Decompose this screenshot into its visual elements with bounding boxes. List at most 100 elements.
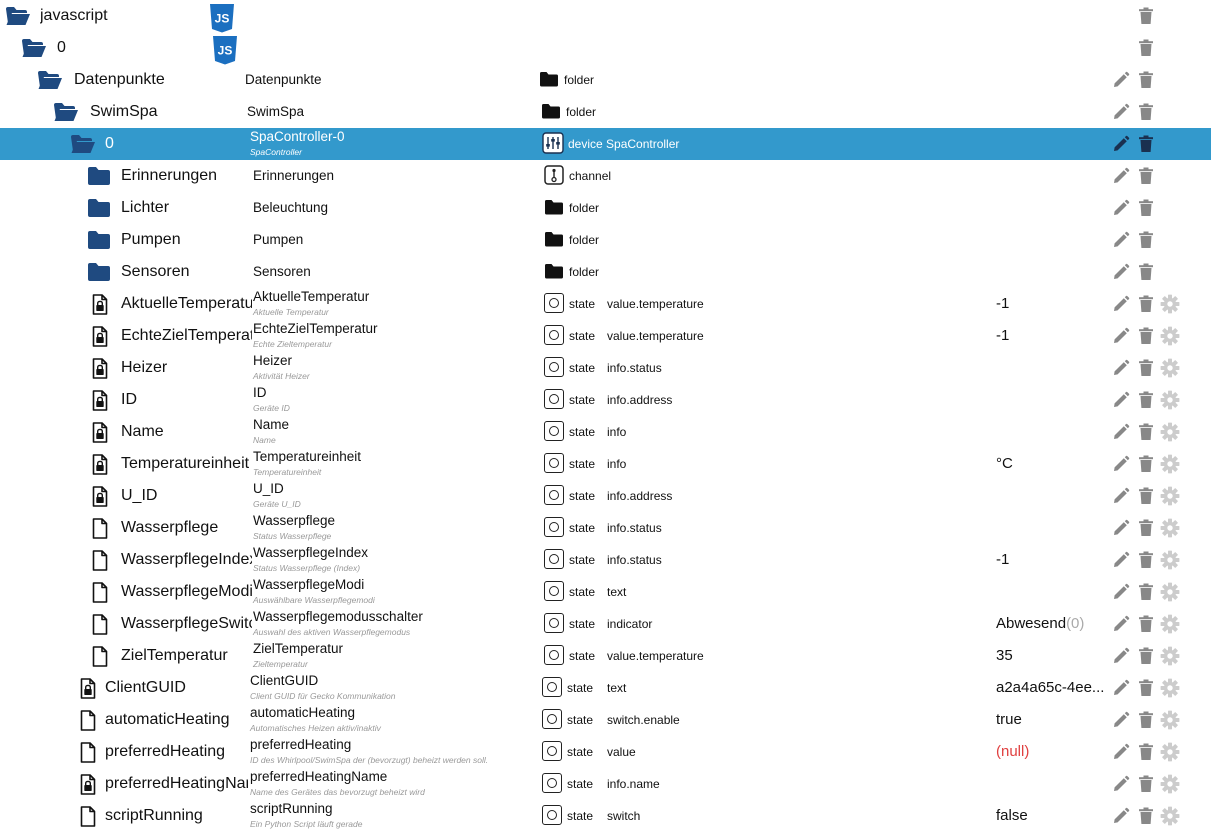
tree-row[interactable]: 0 JS <box>0 32 1211 65</box>
delete-icon[interactable] <box>1136 134 1156 154</box>
edit-icon[interactable] <box>1111 390 1131 410</box>
tree-row[interactable]: preferredHeating preferredHeating ID des W… <box>0 736 1211 768</box>
folder-icon[interactable] <box>84 160 114 192</box>
folder-open-icon[interactable] <box>35 64 65 96</box>
folder-open-icon[interactable] <box>68 128 98 160</box>
delete-icon[interactable] <box>1136 198 1156 218</box>
tree-row[interactable]: javascript JS <box>0 0 1211 33</box>
state-value[interactable]: true <box>996 704 1108 736</box>
delete-icon[interactable] <box>1136 38 1156 58</box>
tree-row[interactable]: ID ID Geräte ID state info.address <box>0 384 1211 416</box>
settings-gear-icon[interactable] <box>1160 646 1180 666</box>
tree-row[interactable]: ZielTemperatur ZielTemperatur Zieltemperat… <box>0 640 1211 672</box>
tree-row[interactable]: Wasserpflege Wasserpflege Status Wasserpfl… <box>0 512 1211 544</box>
tree-row[interactable]: 0 SpaController-0 SpaController device SpaC… <box>0 128 1211 160</box>
tree-row[interactable]: WasserpflegeIndex WasserpflegeIndex Status… <box>0 544 1211 576</box>
edit-icon[interactable] <box>1111 710 1131 730</box>
tree-row[interactable]: Erinnerungen Erinnerungen channel <box>0 160 1211 192</box>
tree-row[interactable]: WasserpflegeModi WasserpflegeModi Auswählb… <box>0 576 1211 608</box>
tree-row[interactable]: Sensoren Sensoren folder <box>0 256 1211 288</box>
delete-icon[interactable] <box>1136 294 1156 314</box>
edit-icon[interactable] <box>1111 742 1131 762</box>
delete-icon[interactable] <box>1136 646 1156 666</box>
edit-icon[interactable] <box>1111 198 1131 218</box>
delete-icon[interactable] <box>1136 230 1156 250</box>
delete-icon[interactable] <box>1136 166 1156 186</box>
state-value[interactable]: false <box>996 800 1108 832</box>
state-value[interactable]: (null) <box>996 736 1108 768</box>
edit-icon[interactable] <box>1111 134 1131 154</box>
delete-icon[interactable] <box>1136 358 1156 378</box>
delete-icon[interactable] <box>1136 550 1156 570</box>
delete-icon[interactable] <box>1136 102 1156 122</box>
delete-icon[interactable] <box>1136 454 1156 474</box>
tree-row[interactable]: Datenpunkte Datenpunkte folder <box>0 64 1211 96</box>
edit-icon[interactable] <box>1111 678 1131 698</box>
edit-icon[interactable] <box>1111 486 1131 506</box>
edit-icon[interactable] <box>1111 582 1131 602</box>
delete-icon[interactable] <box>1136 70 1156 90</box>
settings-gear-icon[interactable] <box>1160 422 1180 442</box>
delete-icon[interactable] <box>1136 326 1156 346</box>
settings-gear-icon[interactable] <box>1160 614 1180 634</box>
delete-icon[interactable] <box>1136 742 1156 762</box>
settings-gear-icon[interactable] <box>1160 806 1180 826</box>
delete-icon[interactable] <box>1136 518 1156 538</box>
folder-icon[interactable] <box>84 192 114 224</box>
delete-icon[interactable] <box>1136 486 1156 506</box>
delete-icon[interactable] <box>1136 582 1156 602</box>
tree-row[interactable]: SwimSpa SwimSpa folder <box>0 96 1211 128</box>
folder-open-icon[interactable] <box>19 32 49 64</box>
edit-icon[interactable] <box>1111 166 1131 186</box>
tree-row[interactable]: WasserpflegeSwitch Wasserpflegemodusschal… <box>0 608 1211 640</box>
edit-icon[interactable] <box>1111 550 1131 570</box>
edit-icon[interactable] <box>1111 230 1131 250</box>
settings-gear-icon[interactable] <box>1160 326 1180 346</box>
tree-row[interactable]: preferredHeatingNamepreferredHeatingName… <box>0 768 1211 800</box>
delete-icon[interactable] <box>1136 422 1156 442</box>
delete-icon[interactable] <box>1136 774 1156 794</box>
edit-icon[interactable] <box>1111 646 1131 666</box>
edit-icon[interactable] <box>1111 774 1131 794</box>
delete-icon[interactable] <box>1136 390 1156 410</box>
edit-icon[interactable] <box>1111 326 1131 346</box>
settings-gear-icon[interactable] <box>1160 518 1180 538</box>
delete-icon[interactable] <box>1136 614 1156 634</box>
tree-row[interactable]: Name Name Name state info <box>0 416 1211 448</box>
settings-gear-icon[interactable] <box>1160 358 1180 378</box>
tree-row[interactable]: Lichter Beleuchtung folder <box>0 192 1211 224</box>
edit-icon[interactable] <box>1111 358 1131 378</box>
edit-icon[interactable] <box>1111 422 1131 442</box>
state-value[interactable]: 35 <box>996 640 1108 672</box>
folder-icon[interactable] <box>84 224 114 256</box>
edit-icon[interactable] <box>1111 102 1131 122</box>
edit-icon[interactable] <box>1111 614 1131 634</box>
tree-row[interactable]: Temperatureinheit Temperatureinheit Temper… <box>0 448 1211 480</box>
edit-icon[interactable] <box>1111 518 1131 538</box>
tree-row[interactable]: U_ID U_ID Geräte U_ID state info.address <box>0 480 1211 512</box>
delete-icon[interactable] <box>1136 262 1156 282</box>
delete-icon[interactable] <box>1136 6 1156 26</box>
edit-icon[interactable] <box>1111 454 1131 474</box>
settings-gear-icon[interactable] <box>1160 710 1180 730</box>
state-value[interactable]: °C <box>996 448 1108 480</box>
settings-gear-icon[interactable] <box>1160 454 1180 474</box>
settings-gear-icon[interactable] <box>1160 774 1180 794</box>
state-value[interactable]: -1 <box>996 288 1108 320</box>
delete-icon[interactable] <box>1136 710 1156 730</box>
folder-icon[interactable] <box>84 256 114 288</box>
folder-open-icon[interactable] <box>51 96 81 128</box>
settings-gear-icon[interactable] <box>1160 678 1180 698</box>
state-value[interactable]: -1 <box>996 544 1108 576</box>
settings-gear-icon[interactable] <box>1160 390 1180 410</box>
tree-row[interactable]: ClientGUID ClientGUID Client GUID für Geck… <box>0 672 1211 704</box>
edit-icon[interactable] <box>1111 262 1131 282</box>
state-value[interactable]: Abwesend(0) <box>996 608 1108 640</box>
edit-icon[interactable] <box>1111 806 1131 826</box>
edit-icon[interactable] <box>1111 70 1131 90</box>
tree-row[interactable]: Pumpen Pumpen folder <box>0 224 1211 256</box>
tree-row[interactable]: AktuelleTemperatur AktuelleTemperatur Aktu… <box>0 288 1211 320</box>
state-value[interactable]: a2a4a65c-4ee... <box>996 672 1108 704</box>
tree-row[interactable]: EchteZielTemperaturEchteZielTemperaturEc… <box>0 320 1211 352</box>
state-value[interactable]: -1 <box>996 320 1108 352</box>
